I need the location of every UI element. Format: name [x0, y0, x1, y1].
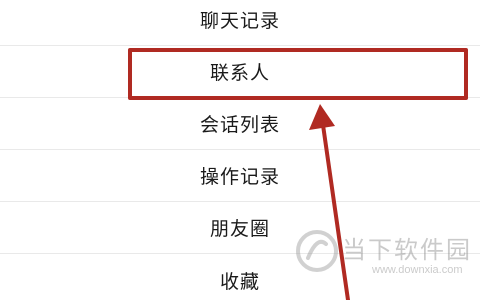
menu-item-label: 会话列表 [199, 114, 280, 136]
watermark-name: 当下软件园 [342, 236, 472, 264]
menu-item-operation-records[interactable]: 操作记录 [0, 150, 480, 202]
screen: 聊天记录 联系人 会话列表 操作记录 朋友圈 收藏 当下软件园 www.down… [0, 0, 480, 300]
watermark-logo-icon [296, 230, 338, 272]
menu-item-label: 朋友圈 [209, 218, 270, 240]
highlight-box [128, 48, 468, 100]
menu-item-label: 聊天记录 [199, 10, 280, 32]
menu-item-label: 收藏 [219, 270, 260, 293]
menu-item-conversation-list[interactable]: 会话列表 [0, 98, 480, 150]
watermark: 当下软件园 www.downxia.com [294, 226, 474, 286]
menu-item-chat-history[interactable]: 聊天记录 [0, 0, 480, 46]
menu-item-label: 操作记录 [199, 166, 280, 188]
watermark-url: www.downxia.com [372, 264, 463, 276]
